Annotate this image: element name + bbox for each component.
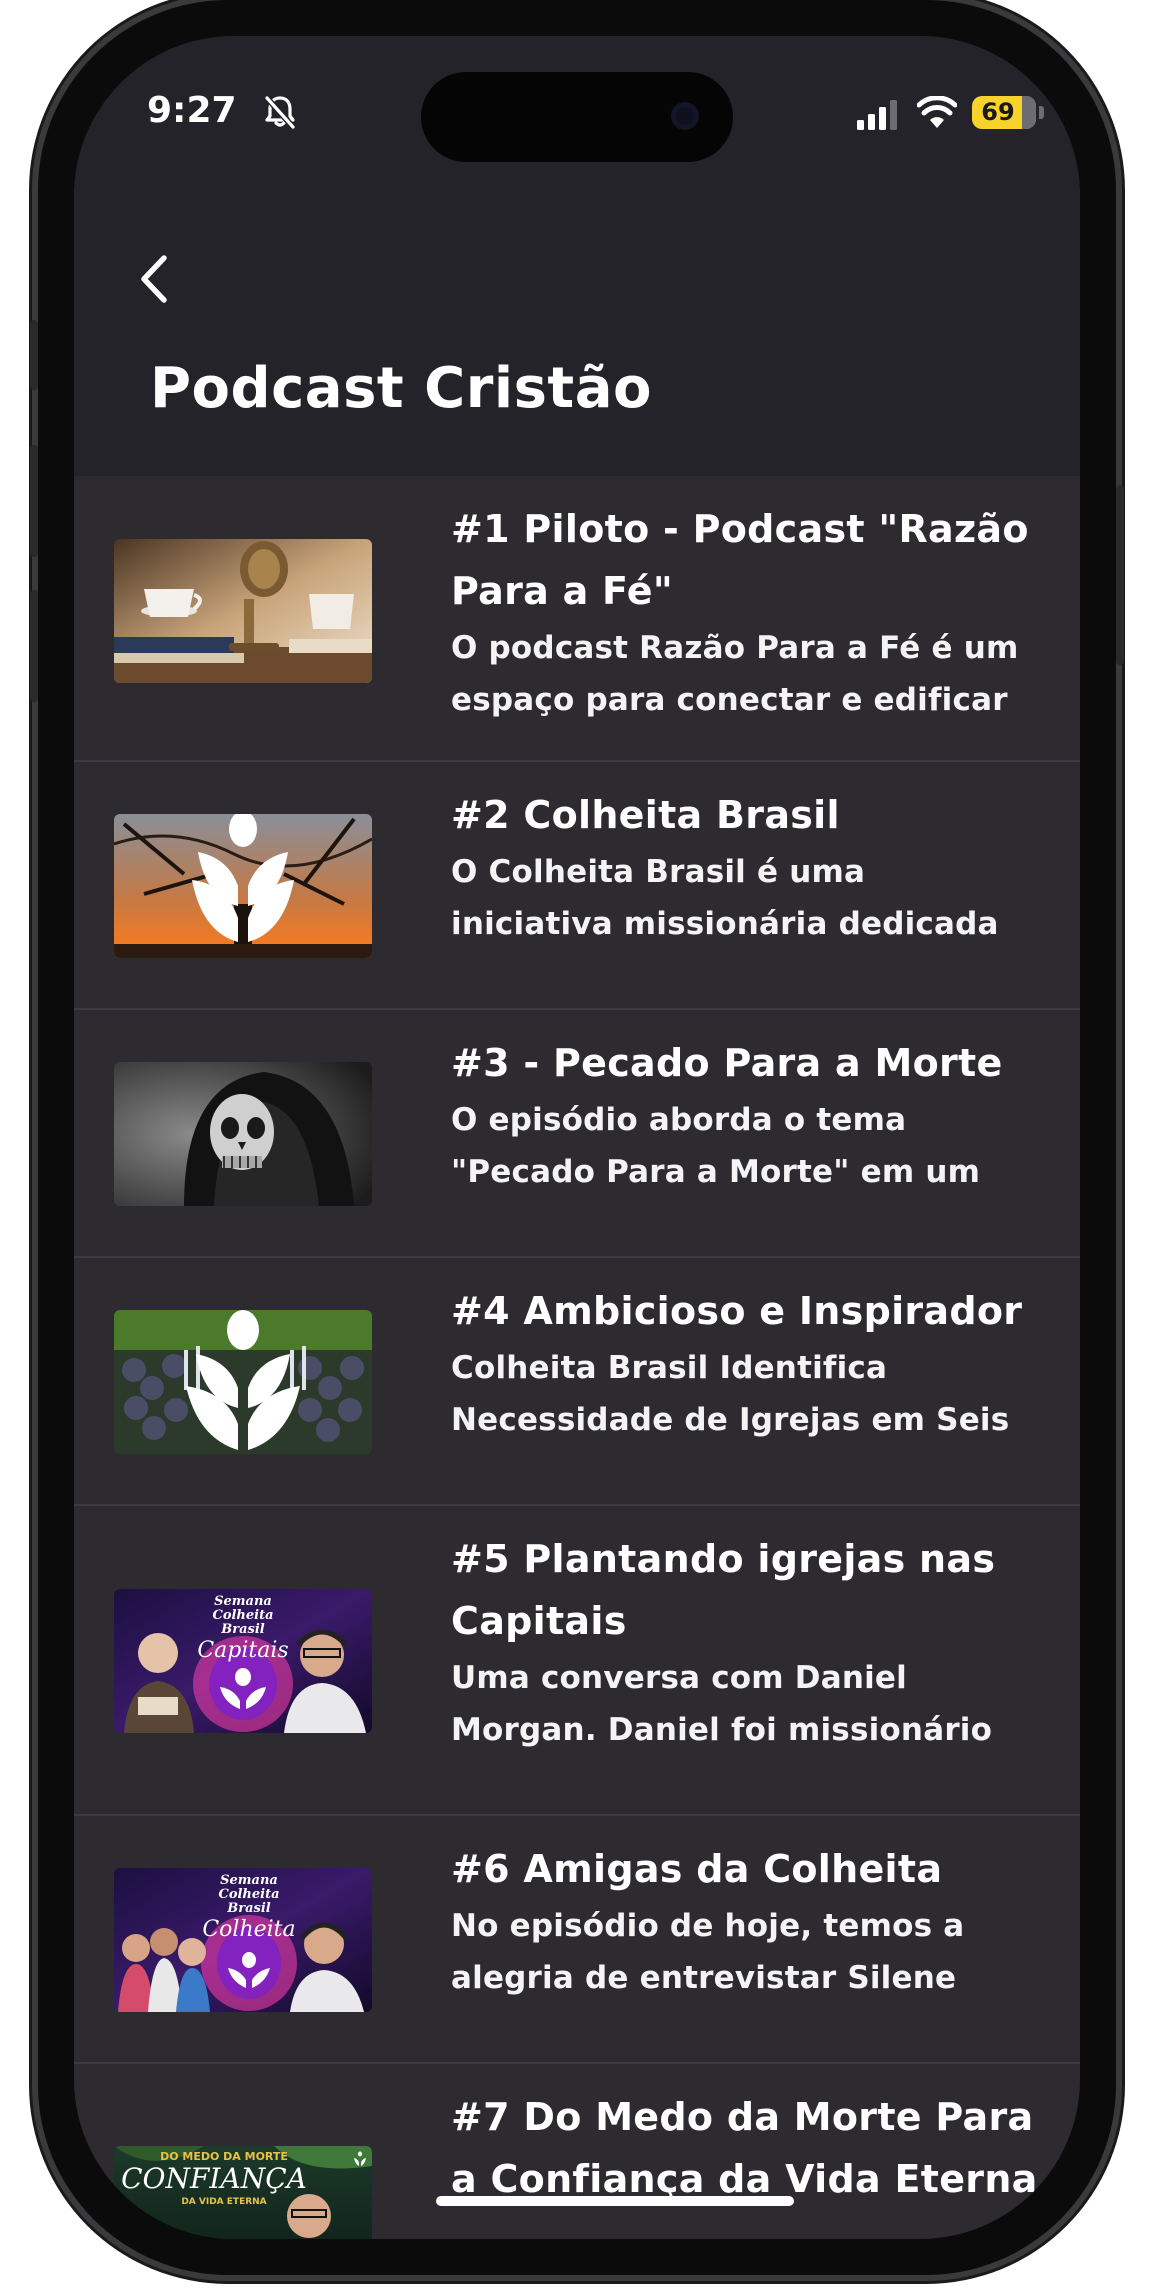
episode-desc-4-line-2: Necessidade de Igrejas em Seis (451, 1402, 1010, 1438)
episode-thumbnail-5: Semana Colheita Brasil Capitais (114, 1589, 372, 1733)
back-chevron-icon[interactable] (124, 244, 184, 314)
episode-desc-5-line-2: Morgan. Daniel foi missionário (451, 1712, 993, 1748)
episode-title-7-line-1: #7 Do Medo da Morte Para (451, 2095, 1034, 2139)
episode-row-6[interactable]: Semana Colheita Brasil Colheita #6 Amiga… (74, 1816, 1080, 2064)
action-button (30, 320, 38, 390)
episode-title-3-line-1: #3 - Pecado Para a Morte (451, 1041, 1003, 1085)
episode-thumbnail-2 (114, 814, 372, 958)
thumb-5-text-4: Capitais (197, 1638, 288, 1663)
page-title: Podcast Cristão (150, 356, 652, 421)
episode-desc-6-line-1: No episódio de hoje, temos a (451, 1908, 965, 1944)
episode-title-5-line-1: #5 Plantando igrejas nas (451, 1537, 996, 1581)
episode-row-2[interactable]: #2 Colheita Brasil O Colheita Brasil é u… (74, 762, 1080, 1010)
episode-thumbnail-3 (114, 1062, 372, 1206)
thumb-7-text-2: CONFIANÇA (121, 2162, 307, 2195)
episode-thumbnail-4 (114, 1310, 372, 1454)
home-indicator[interactable] (436, 2196, 794, 2206)
episode-list[interactable]: #1 Piloto - Podcast "Razão Para a Fé" O … (74, 476, 1080, 2239)
battery-level: 69 (981, 98, 1015, 126)
status-time: 9:27 (147, 90, 237, 131)
episode-desc-3-line-2: "Pecado Para a Morte" em um (451, 1154, 981, 1190)
episode-title-2-line-1: #2 Colheita Brasil (451, 793, 840, 837)
episode-title-6-line-1: #6 Amigas da Colheita (451, 1847, 943, 1891)
power-button (1116, 485, 1124, 665)
battery-nub (1039, 106, 1044, 119)
bell-muted-icon (264, 95, 296, 130)
episode-desc-5-line-1: Uma conversa com Daniel (451, 1660, 907, 1696)
episode-row-1[interactable]: #1 Piloto - Podcast "Razão Para a Fé" O … (74, 476, 1080, 762)
wifi-icon (917, 96, 957, 128)
episode-thumbnail-6: Semana Colheita Brasil Colheita (114, 1868, 372, 2012)
thumb-7-text-3: DA VIDA ETERNA (181, 2197, 266, 2207)
episode-title-5-line-2: Capitais (451, 1599, 627, 1643)
episode-title-1-line-2: Para a Fé" (451, 569, 673, 613)
thumb-6-text-4: Colheita (202, 1917, 295, 1942)
episode-thumbnail-1 (114, 539, 372, 683)
thumb-6-text-1: Semana (220, 1873, 278, 1888)
episode-thumbnail-7: DO MEDO DA MORTE CONFIANÇA DA VIDA ETERN… (114, 2146, 372, 2239)
episode-row-3[interactable]: #3 - Pecado Para a Morte O episódio abor… (74, 1010, 1080, 1258)
camera-icon (671, 102, 699, 130)
cellular-signal-icon (857, 100, 897, 130)
episode-desc-1-line-2: espaço para conectar e edificar (451, 682, 1008, 718)
episode-desc-2-line-1: O Colheita Brasil é uma (451, 854, 866, 890)
episode-row-4[interactable]: #4 Ambicioso e Inspirador Colheita Brasi… (74, 1258, 1080, 1506)
episode-desc-3-line-1: O episódio aborda o tema (451, 1102, 907, 1138)
thumb-5-text-2: Colheita (212, 1608, 273, 1623)
episode-row-5[interactable]: Semana Colheita Brasil Capitais #5 Plant… (74, 1506, 1080, 1816)
thumb-6-text-2: Colheita (218, 1887, 279, 1902)
episode-title-1-line-1: #1 Piloto - Podcast "Razão (451, 507, 1029, 551)
volume-down-button (30, 590, 38, 702)
thumb-5-text-1: Semana (214, 1594, 272, 1609)
episode-title-4-line-1: #4 Ambicioso e Inspirador (451, 1289, 1023, 1333)
volume-up-button (30, 445, 38, 557)
episode-desc-1-line-1: O podcast Razão Para a Fé é um (451, 630, 1019, 666)
phone-frame: 9:27 69 Podcast Cristão #1 Piloto - Podc… (30, 0, 1124, 2275)
thumb-6-text-3: Brasil (226, 1901, 271, 1916)
app-screen: 9:27 69 Podcast Cristão #1 Piloto - Podc… (74, 36, 1080, 2239)
episode-desc-4-line-1: Colheita Brasil Identifica (451, 1350, 888, 1386)
dynamic-island (421, 72, 733, 162)
episode-desc-6-line-2: alegria de entrevistar Silene (451, 1960, 957, 1996)
thumb-5-text-3: Brasil (220, 1622, 265, 1637)
episode-desc-2-line-2: iniciativa missionária dedicada (451, 906, 999, 942)
battery-icon: 69 (972, 96, 1036, 129)
episode-row-7[interactable]: DO MEDO DA MORTE CONFIANÇA DA VIDA ETERN… (74, 2064, 1080, 2239)
